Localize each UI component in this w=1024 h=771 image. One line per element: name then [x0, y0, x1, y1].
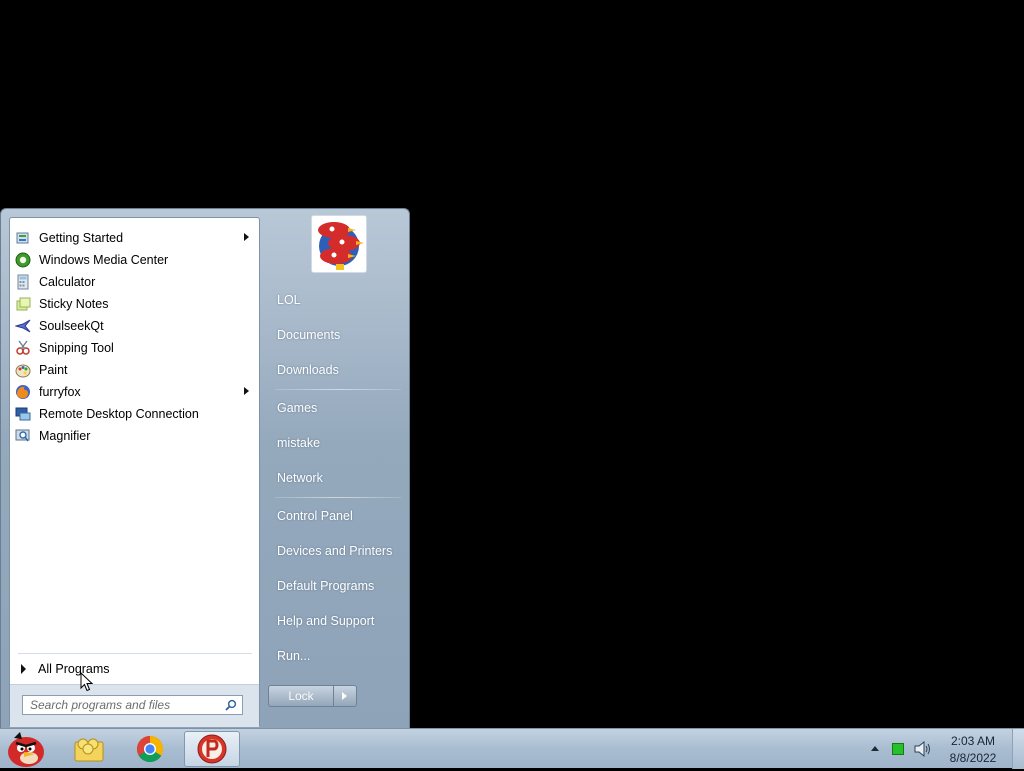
chrome-icon	[136, 735, 164, 763]
media-center-icon	[15, 252, 31, 267]
program-item-calculator[interactable]: Calculator	[12, 271, 257, 292]
program-label: Magnifier	[39, 428, 91, 443]
soulseek-icon	[15, 319, 31, 332]
program-item-getting-started[interactable]: Getting Started	[12, 227, 257, 248]
search-input[interactable]	[23, 697, 220, 713]
remote-desktop-icon	[15, 407, 31, 420]
search-box[interactable]	[22, 695, 243, 715]
program-label: Windows Media Center	[39, 252, 169, 267]
power-options-button[interactable]	[334, 685, 357, 707]
clock-time[interactable]: 2:03 AM	[942, 734, 1004, 748]
angry-bird-start-icon	[8, 732, 44, 767]
place-label: LOL	[277, 293, 301, 307]
submenu-arrow-icon	[244, 387, 249, 395]
program-label: Paint	[39, 362, 68, 377]
places-divider	[275, 497, 401, 498]
volume-icon[interactable]	[913, 740, 933, 758]
place-label: Games	[277, 401, 318, 415]
place-label: mistake	[277, 436, 321, 450]
place-label: Devices and Printers	[277, 544, 393, 558]
taskbar-explorer-button[interactable]	[61, 731, 117, 767]
all-programs-button[interactable]: All Programs	[16, 658, 254, 680]
paint-icon	[15, 364, 31, 377]
submenu-arrow-icon	[244, 233, 249, 241]
show-hidden-icons-button[interactable]	[871, 746, 879, 751]
magnifier-icon	[15, 429, 30, 441]
mouse-cursor-icon	[80, 672, 94, 692]
calculator-icon	[17, 274, 29, 289]
user-avatar[interactable]	[311, 215, 367, 273]
app-p-icon	[197, 734, 227, 764]
place-item-devices-and-printers[interactable]: Devices and Printers	[269, 536, 405, 566]
place-item-games[interactable]: Games	[269, 393, 405, 423]
taskbar-app-p-button[interactable]	[184, 731, 240, 767]
chevron-right-icon	[342, 692, 347, 700]
places-divider	[275, 389, 401, 390]
program-label: Sticky Notes	[39, 296, 109, 311]
place-item-downloads[interactable]: Downloads	[269, 355, 405, 385]
programs-pane: Getting Started Windows Media Center Cal…	[9, 217, 260, 727]
program-item-snipping-tool[interactable]: Snipping Tool	[12, 337, 257, 358]
program-label: furryfox	[39, 384, 81, 399]
place-item-network[interactable]: Network	[269, 463, 405, 493]
all-programs-arrow-icon	[21, 664, 26, 674]
program-item-magnifier[interactable]: Magnifier	[12, 425, 257, 446]
place-item-default-programs[interactable]: Default Programs	[269, 571, 405, 601]
place-item-mistake[interactable]: mistake	[269, 428, 405, 458]
taskbar: 2:03 AM 8/8/2022	[0, 728, 1024, 769]
lock-label: Lock	[288, 689, 314, 703]
place-item-run[interactable]: Run...	[269, 641, 405, 671]
network-icon[interactable]	[892, 743, 904, 755]
program-label: Remote Desktop Connection	[39, 406, 199, 421]
place-label: Downloads	[277, 363, 339, 377]
program-label: SoulseekQt	[39, 318, 104, 333]
program-item-furryfox[interactable]: furryfox	[12, 381, 257, 402]
angry-bird-avatar-icon	[312, 216, 366, 272]
program-item-sticky-notes[interactable]: Sticky Notes	[12, 293, 257, 314]
programs-divider	[18, 653, 252, 654]
program-label: Snipping Tool	[39, 340, 114, 355]
place-label: Documents	[277, 328, 341, 342]
firefox-icon	[16, 384, 30, 399]
program-item-windows-media-center[interactable]: Windows Media Center	[12, 249, 257, 270]
place-item-documents[interactable]: Documents	[269, 320, 405, 350]
start-menu: Getting Started Windows Media Center Cal…	[0, 208, 410, 728]
program-item-remote-desktop[interactable]: Remote Desktop Connection	[12, 403, 257, 424]
sticky-notes-icon	[16, 297, 31, 310]
program-item-soulseekqt[interactable]: SoulseekQt	[12, 315, 257, 336]
place-label: Help and Support	[277, 614, 375, 628]
all-programs-label: All Programs	[38, 662, 110, 676]
getting-started-icon	[16, 232, 29, 243]
program-item-paint[interactable]: Paint	[12, 359, 257, 380]
snipping-tool-icon	[16, 340, 30, 355]
places-pane: LOL Documents Downloads Games mistake Ne…	[263, 209, 409, 729]
place-item-control-panel[interactable]: Control Panel	[269, 501, 405, 531]
program-label: Calculator	[39, 274, 96, 289]
place-label: Control Panel	[277, 509, 353, 523]
lock-button[interactable]: Lock	[268, 685, 334, 707]
program-label: Getting Started	[39, 230, 124, 245]
show-desktop-button[interactable]	[1012, 729, 1024, 769]
clock-date[interactable]: 8/8/2022	[942, 751, 1004, 765]
taskbar-chrome-button[interactable]	[122, 731, 178, 767]
place-label: Default Programs	[277, 579, 375, 593]
place-item-lol[interactable]: LOL	[269, 285, 405, 315]
start-button[interactable]	[4, 730, 48, 768]
place-label: Run...	[277, 649, 311, 663]
folder-icon	[74, 738, 104, 762]
place-item-help-and-support[interactable]: Help and Support	[269, 606, 405, 636]
search-icon[interactable]	[225, 699, 237, 711]
place-label: Network	[277, 471, 323, 485]
